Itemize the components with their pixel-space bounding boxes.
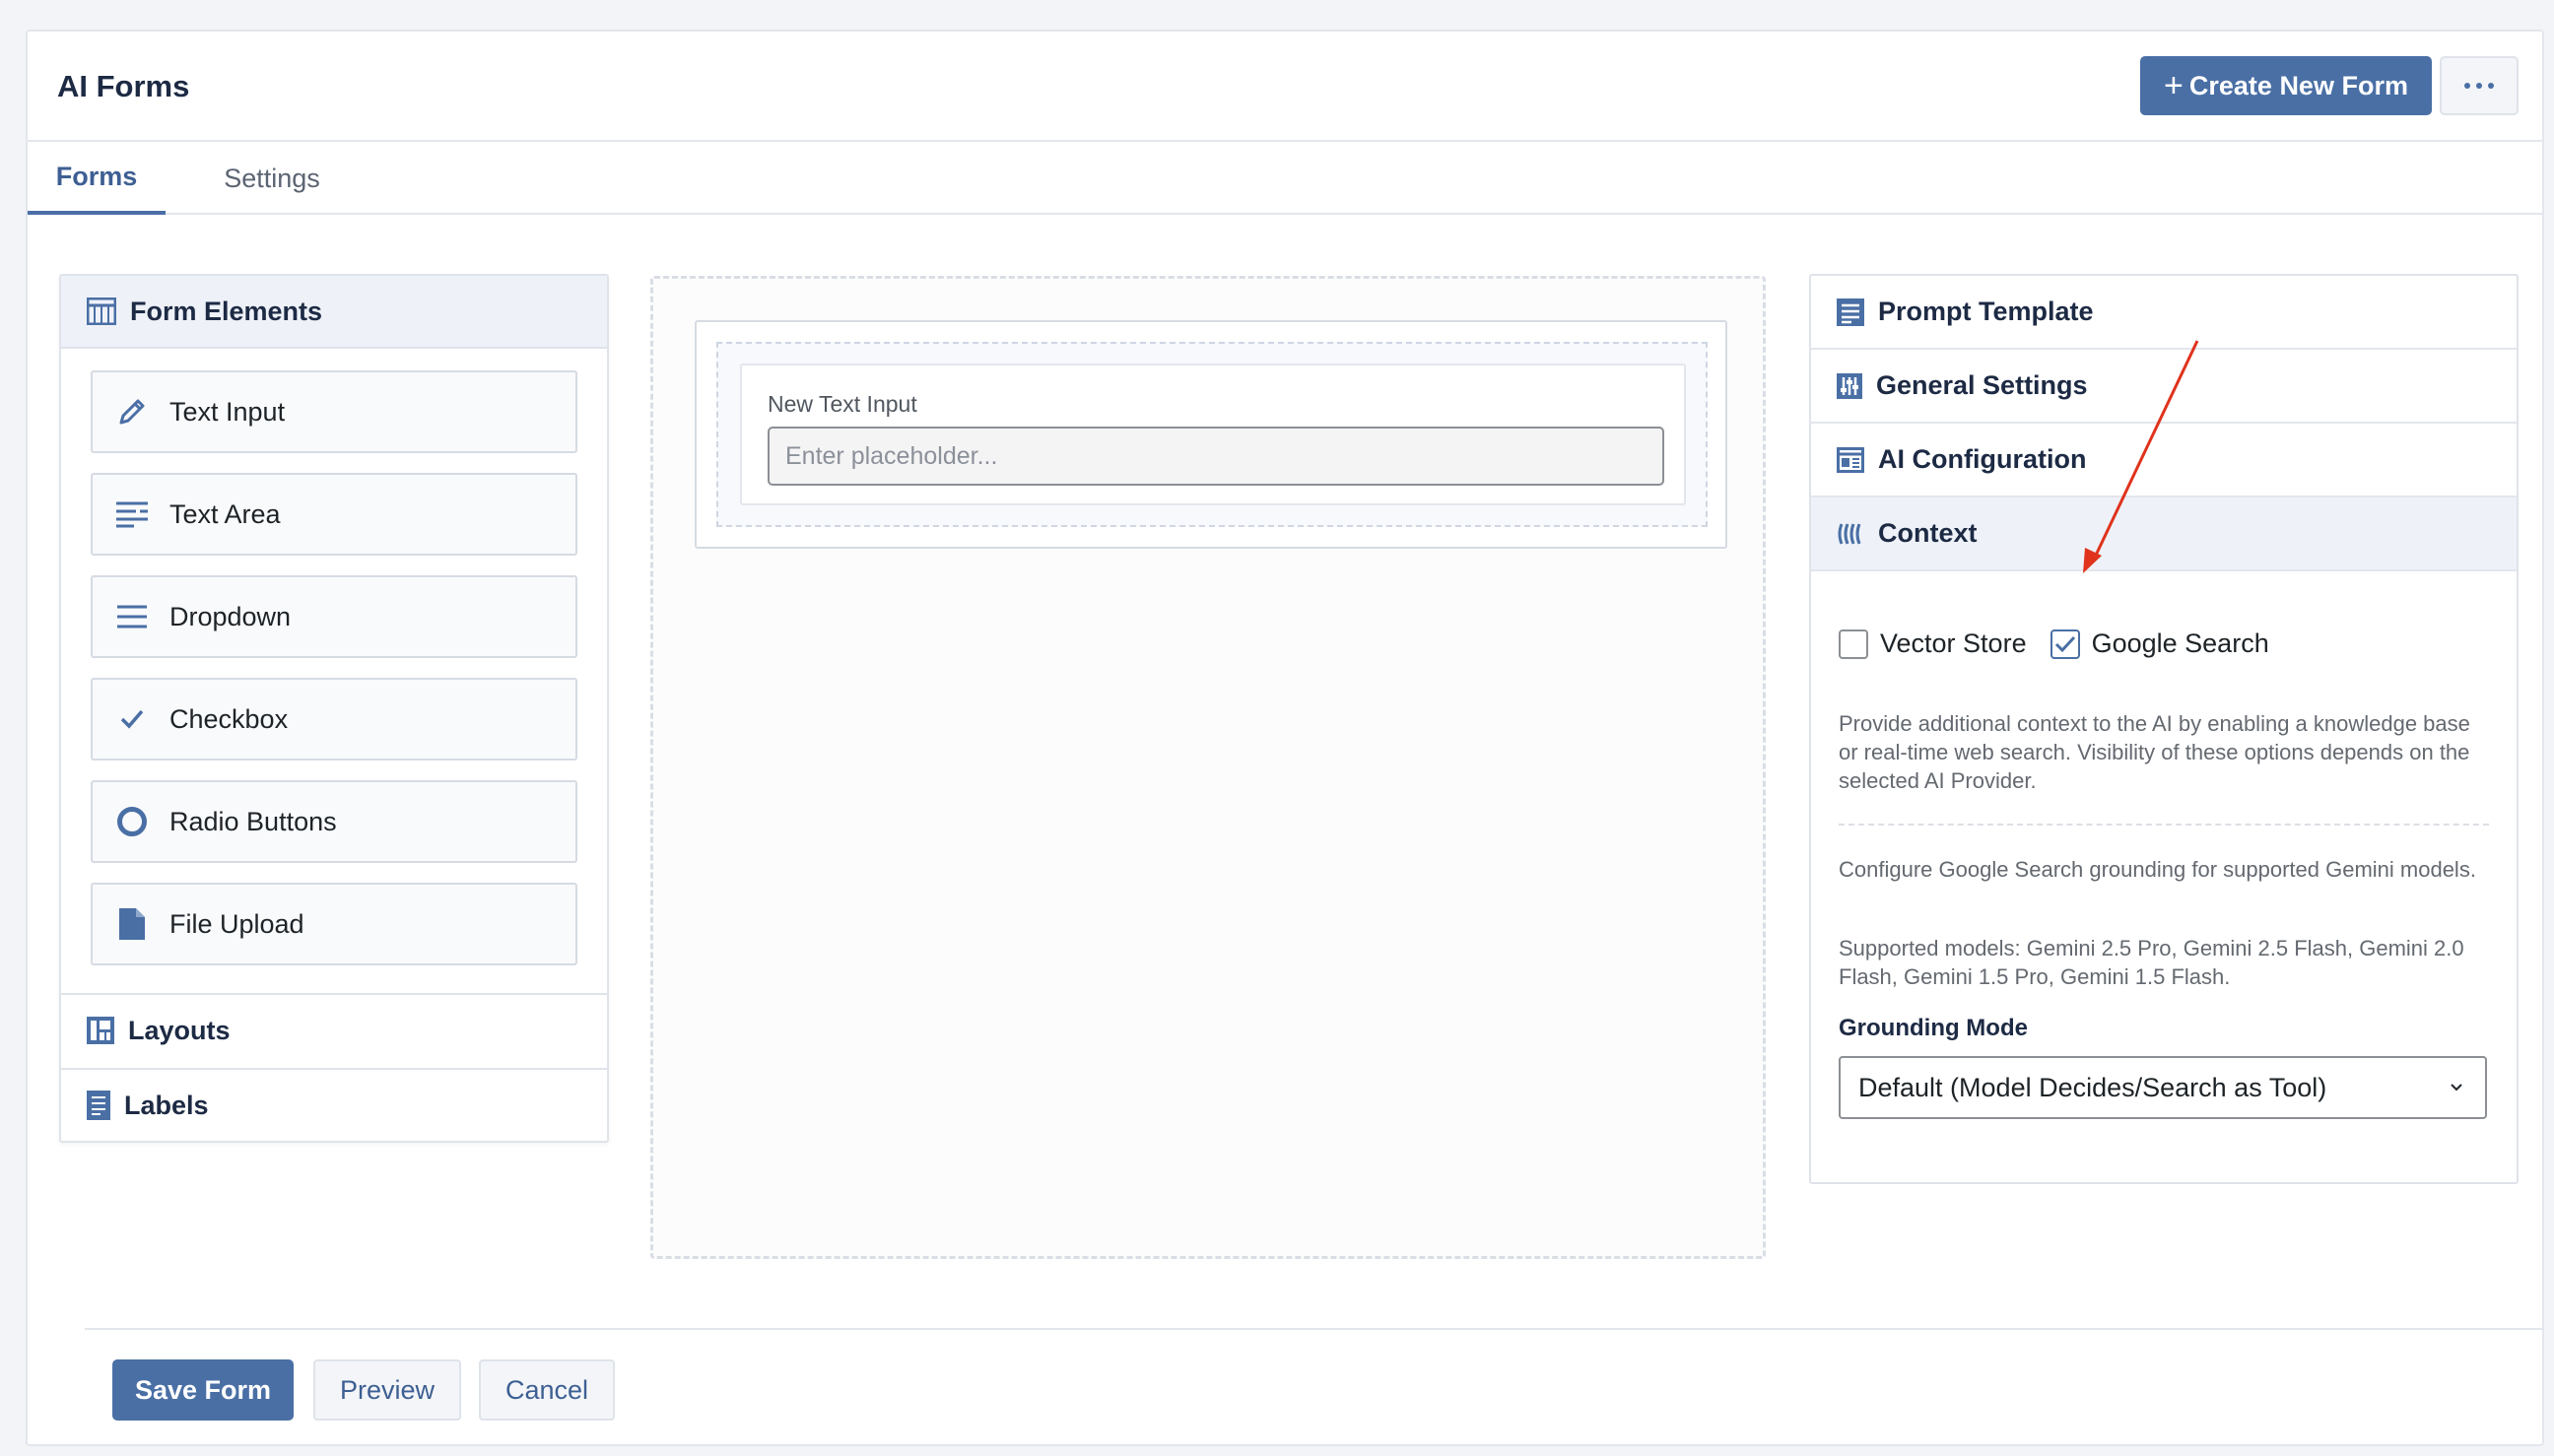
section-label: AI Configuration	[1878, 444, 2087, 474]
field-preview-input[interactable]	[768, 427, 1664, 486]
app-window: AI Forms + Create New Form Forms Setting…	[26, 30, 2544, 1446]
labels-label: Labels	[124, 1090, 209, 1120]
form-column[interactable]: New Text Input	[716, 342, 1708, 527]
element-label: Radio Buttons	[169, 806, 337, 836]
labels-section[interactable]: Labels	[61, 1068, 607, 1141]
element-label: Dropdown	[169, 601, 292, 631]
grounding-mode-label: Grounding Mode	[1839, 1015, 2028, 1041]
context-icon	[1838, 522, 1861, 545]
context-section[interactable]: Context	[1811, 497, 2517, 571]
chevron-down-icon	[2451, 1084, 2462, 1092]
layouts-icon	[87, 1017, 114, 1044]
supported-models: Supported models: Gemini 2.5 Pro, Gemini…	[1839, 936, 2464, 989]
dropdown-icon	[114, 599, 150, 634]
general-settings-icon	[1837, 372, 1862, 399]
checkmark-icon	[2054, 635, 2075, 652]
prompt-template-icon	[1837, 298, 1864, 326]
element-checkbox[interactable]: Checkbox	[91, 678, 577, 761]
preview-button[interactable]: Preview	[313, 1359, 461, 1421]
grid-icon	[87, 298, 116, 325]
form-elements-title: Form Elements	[130, 296, 323, 326]
layouts-label: Layouts	[128, 1015, 231, 1045]
ai-configuration-icon	[1837, 446, 1864, 473]
element-label: File Upload	[169, 908, 304, 939]
create-new-form-label: Create New Form	[2188, 70, 2408, 100]
prompt-template-section[interactable]: Prompt Template	[1811, 276, 2517, 350]
tab-forms[interactable]: Forms	[28, 142, 166, 215]
ellipsis-icon	[2464, 83, 2470, 89]
page-header: AI Forms + Create New Form	[28, 32, 2542, 142]
more-options-button[interactable]	[2440, 56, 2519, 115]
footer-divider	[85, 1328, 2542, 1330]
vector-store-label[interactable]: Vector Store	[1880, 629, 2027, 659]
cancel-button[interactable]: Cancel	[479, 1359, 615, 1421]
grounding-mode-select[interactable]: Default (Model Decides/Search as Tool)	[1839, 1056, 2487, 1119]
layouts-section[interactable]: Layouts	[61, 993, 607, 1066]
checkmark-icon	[114, 701, 150, 737]
ellipsis-dot	[2488, 83, 2494, 89]
section-label: Prompt Template	[1878, 297, 2094, 326]
labels-icon	[87, 1091, 110, 1120]
general-settings-section[interactable]: General Settings	[1811, 350, 2517, 424]
pencil-icon	[114, 394, 150, 430]
context-description: Provide additional context to the AI by …	[1839, 711, 2470, 793]
file-icon	[114, 906, 150, 942]
ai-configuration-section[interactable]: AI Configuration	[1811, 424, 2517, 497]
section-label: Context	[1878, 518, 1978, 548]
form-elements-header[interactable]: Form Elements	[61, 276, 607, 349]
element-text-area[interactable]: Text Area	[91, 473, 577, 556]
field-label: New Text Input	[768, 391, 917, 417]
context-options: Vector Store Google Search	[1839, 629, 2269, 659]
element-label: Checkbox	[169, 703, 289, 734]
element-radio-buttons[interactable]: Radio Buttons	[91, 780, 577, 863]
radio-icon	[114, 804, 150, 839]
ellipsis-dot	[2476, 83, 2482, 89]
element-file-upload[interactable]: File Upload	[91, 883, 577, 965]
element-text-input[interactable]: Text Input	[91, 370, 577, 453]
create-new-form-button[interactable]: + Create New Form	[2140, 56, 2432, 115]
save-form-button[interactable]: Save Form	[112, 1359, 294, 1421]
section-label: General Settings	[1876, 370, 2088, 400]
settings-panel: Prompt Template General Settings AI Conf…	[1809, 274, 2519, 1184]
element-label: Text Area	[169, 498, 281, 529]
google-search-checkbox[interactable]	[2050, 629, 2080, 659]
element-label: Text Input	[169, 396, 286, 427]
form-row[interactable]: New Text Input	[695, 320, 1727, 549]
element-dropdown[interactable]: Dropdown	[91, 575, 577, 658]
grounding-mode-value: Default (Model Decides/Search as Tool)	[1858, 1072, 2327, 1102]
tab-bar: Forms Settings	[28, 142, 2542, 215]
vector-store-checkbox[interactable]	[1839, 629, 1868, 659]
text-area-icon	[114, 496, 150, 532]
form-canvas[interactable]: New Text Input	[650, 276, 1766, 1259]
text-input-field-card[interactable]: New Text Input	[740, 364, 1686, 505]
tab-settings[interactable]: Settings	[193, 142, 351, 215]
form-elements-panel: Form Elements Text Input Text Area Dropd…	[59, 274, 609, 1143]
divider	[1839, 824, 2489, 826]
plus-icon: +	[2164, 67, 2184, 104]
grounding-info: Configure Google Search grounding for su…	[1839, 857, 2476, 882]
page-title: AI Forms	[57, 69, 190, 103]
google-search-label[interactable]: Google Search	[2092, 629, 2269, 659]
